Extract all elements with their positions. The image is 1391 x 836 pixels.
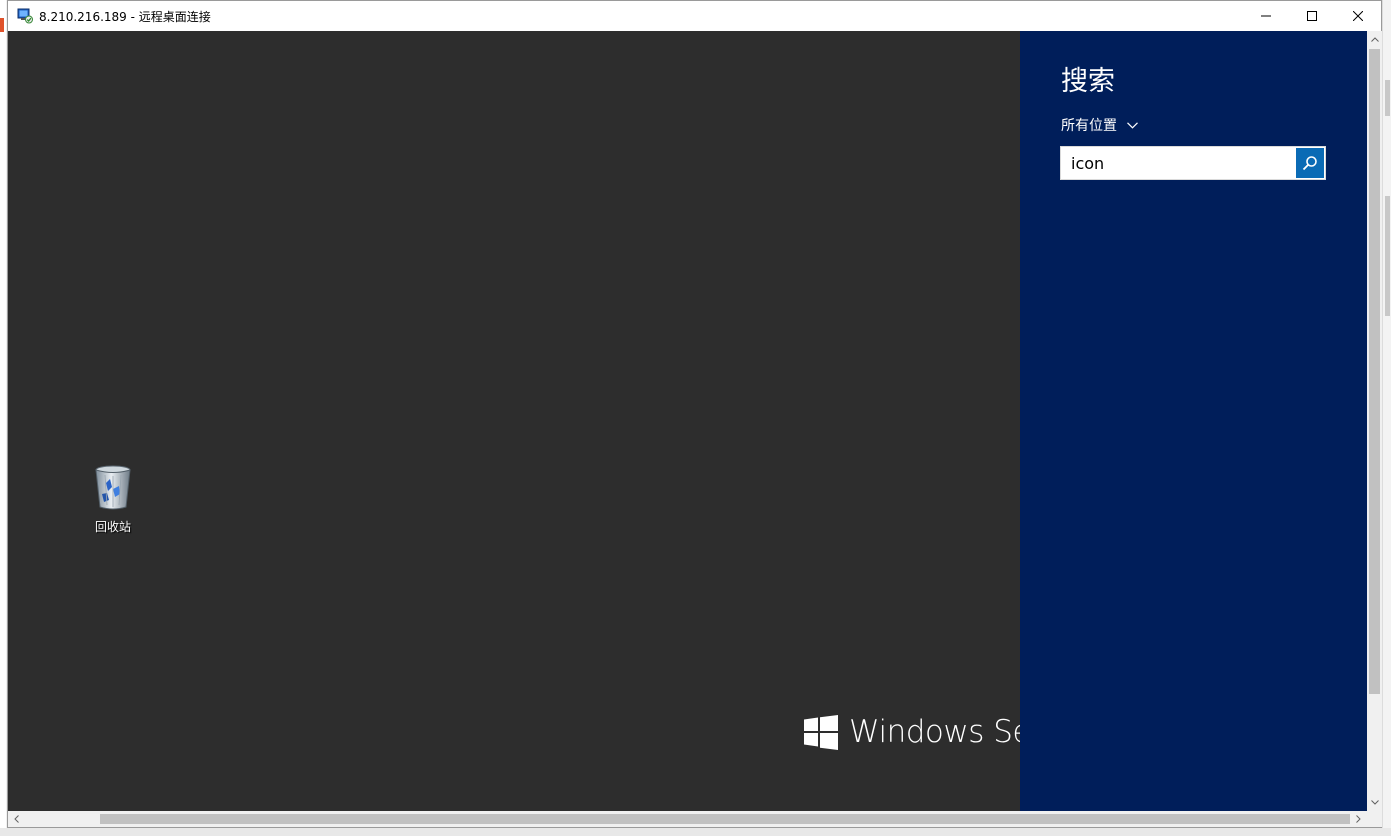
remote-desktop-icon xyxy=(17,8,33,24)
scroll-left-button[interactable] xyxy=(8,811,25,827)
minimize-button[interactable] xyxy=(1243,1,1289,31)
scroll-right-button[interactable] xyxy=(1350,811,1367,827)
remote-desktop-window: 8.210.216.189 - 远程桌面连接 回收站 Windows S 搜索 … xyxy=(7,0,1382,828)
close-button[interactable] xyxy=(1335,1,1381,31)
remote-desktop[interactable]: 回收站 Windows Serv xyxy=(8,31,1020,811)
search-box[interactable] xyxy=(1060,146,1326,180)
windows-server-text: Windows Serv xyxy=(849,714,1020,750)
recycle-bin-icon xyxy=(95,465,131,510)
window-controls xyxy=(1243,1,1381,31)
search-scope-dropdown[interactable]: 所有位置 xyxy=(1061,115,1138,135)
horizontal-scroll-thumb[interactable] xyxy=(100,814,1350,824)
scroll-up-button[interactable] xyxy=(1367,31,1382,48)
windows-server-branding: Windows Serv xyxy=(804,714,1020,750)
chevron-up-icon xyxy=(1370,37,1379,42)
minimize-icon xyxy=(1261,15,1271,17)
host-marker xyxy=(0,18,4,32)
windows-logo-icon xyxy=(804,714,838,750)
search-scope-label: 所有位置 xyxy=(1061,118,1117,134)
maximize-button[interactable] xyxy=(1289,1,1335,31)
host-scrollbar xyxy=(1382,0,1391,836)
title-bar[interactable]: 8.210.216.189 - 远程桌面连接 xyxy=(8,1,1381,31)
host-taskbar-edge xyxy=(0,828,1391,836)
search-charm-panel: 搜索 所有位置 xyxy=(1020,31,1367,811)
search-input[interactable] xyxy=(1061,147,1293,179)
search-charm-title: 搜索 xyxy=(1061,66,1115,97)
search-icon xyxy=(1302,156,1317,171)
remote-session-viewport[interactable]: 回收站 Windows Serv 搜索 所有位置 xyxy=(8,31,1367,811)
chevron-down-icon xyxy=(1127,121,1138,129)
scrollbar-corner xyxy=(1367,811,1382,827)
host-desktop-edge xyxy=(0,0,6,836)
chevron-right-icon xyxy=(1356,815,1361,823)
vertical-scroll-thumb[interactable] xyxy=(1369,49,1380,694)
window-title: 8.210.216.189 - 远程桌面连接 xyxy=(39,9,211,24)
chevron-left-icon xyxy=(14,815,19,823)
desktop-icon-recycle-bin[interactable]: 回收站 xyxy=(76,463,150,535)
desktop-icon-label: 回收站 xyxy=(94,520,131,534)
vertical-scrollbar[interactable] xyxy=(1367,31,1382,811)
close-icon xyxy=(1353,11,1363,21)
horizontal-scrollbar[interactable] xyxy=(8,811,1367,827)
host-scroll-thumb xyxy=(1385,196,1390,316)
maximize-icon xyxy=(1307,11,1317,21)
chevron-down-icon xyxy=(1370,800,1379,805)
host-scroll-mark xyxy=(1385,80,1390,116)
scroll-down-button[interactable] xyxy=(1367,794,1382,811)
search-button[interactable] xyxy=(1296,148,1324,178)
